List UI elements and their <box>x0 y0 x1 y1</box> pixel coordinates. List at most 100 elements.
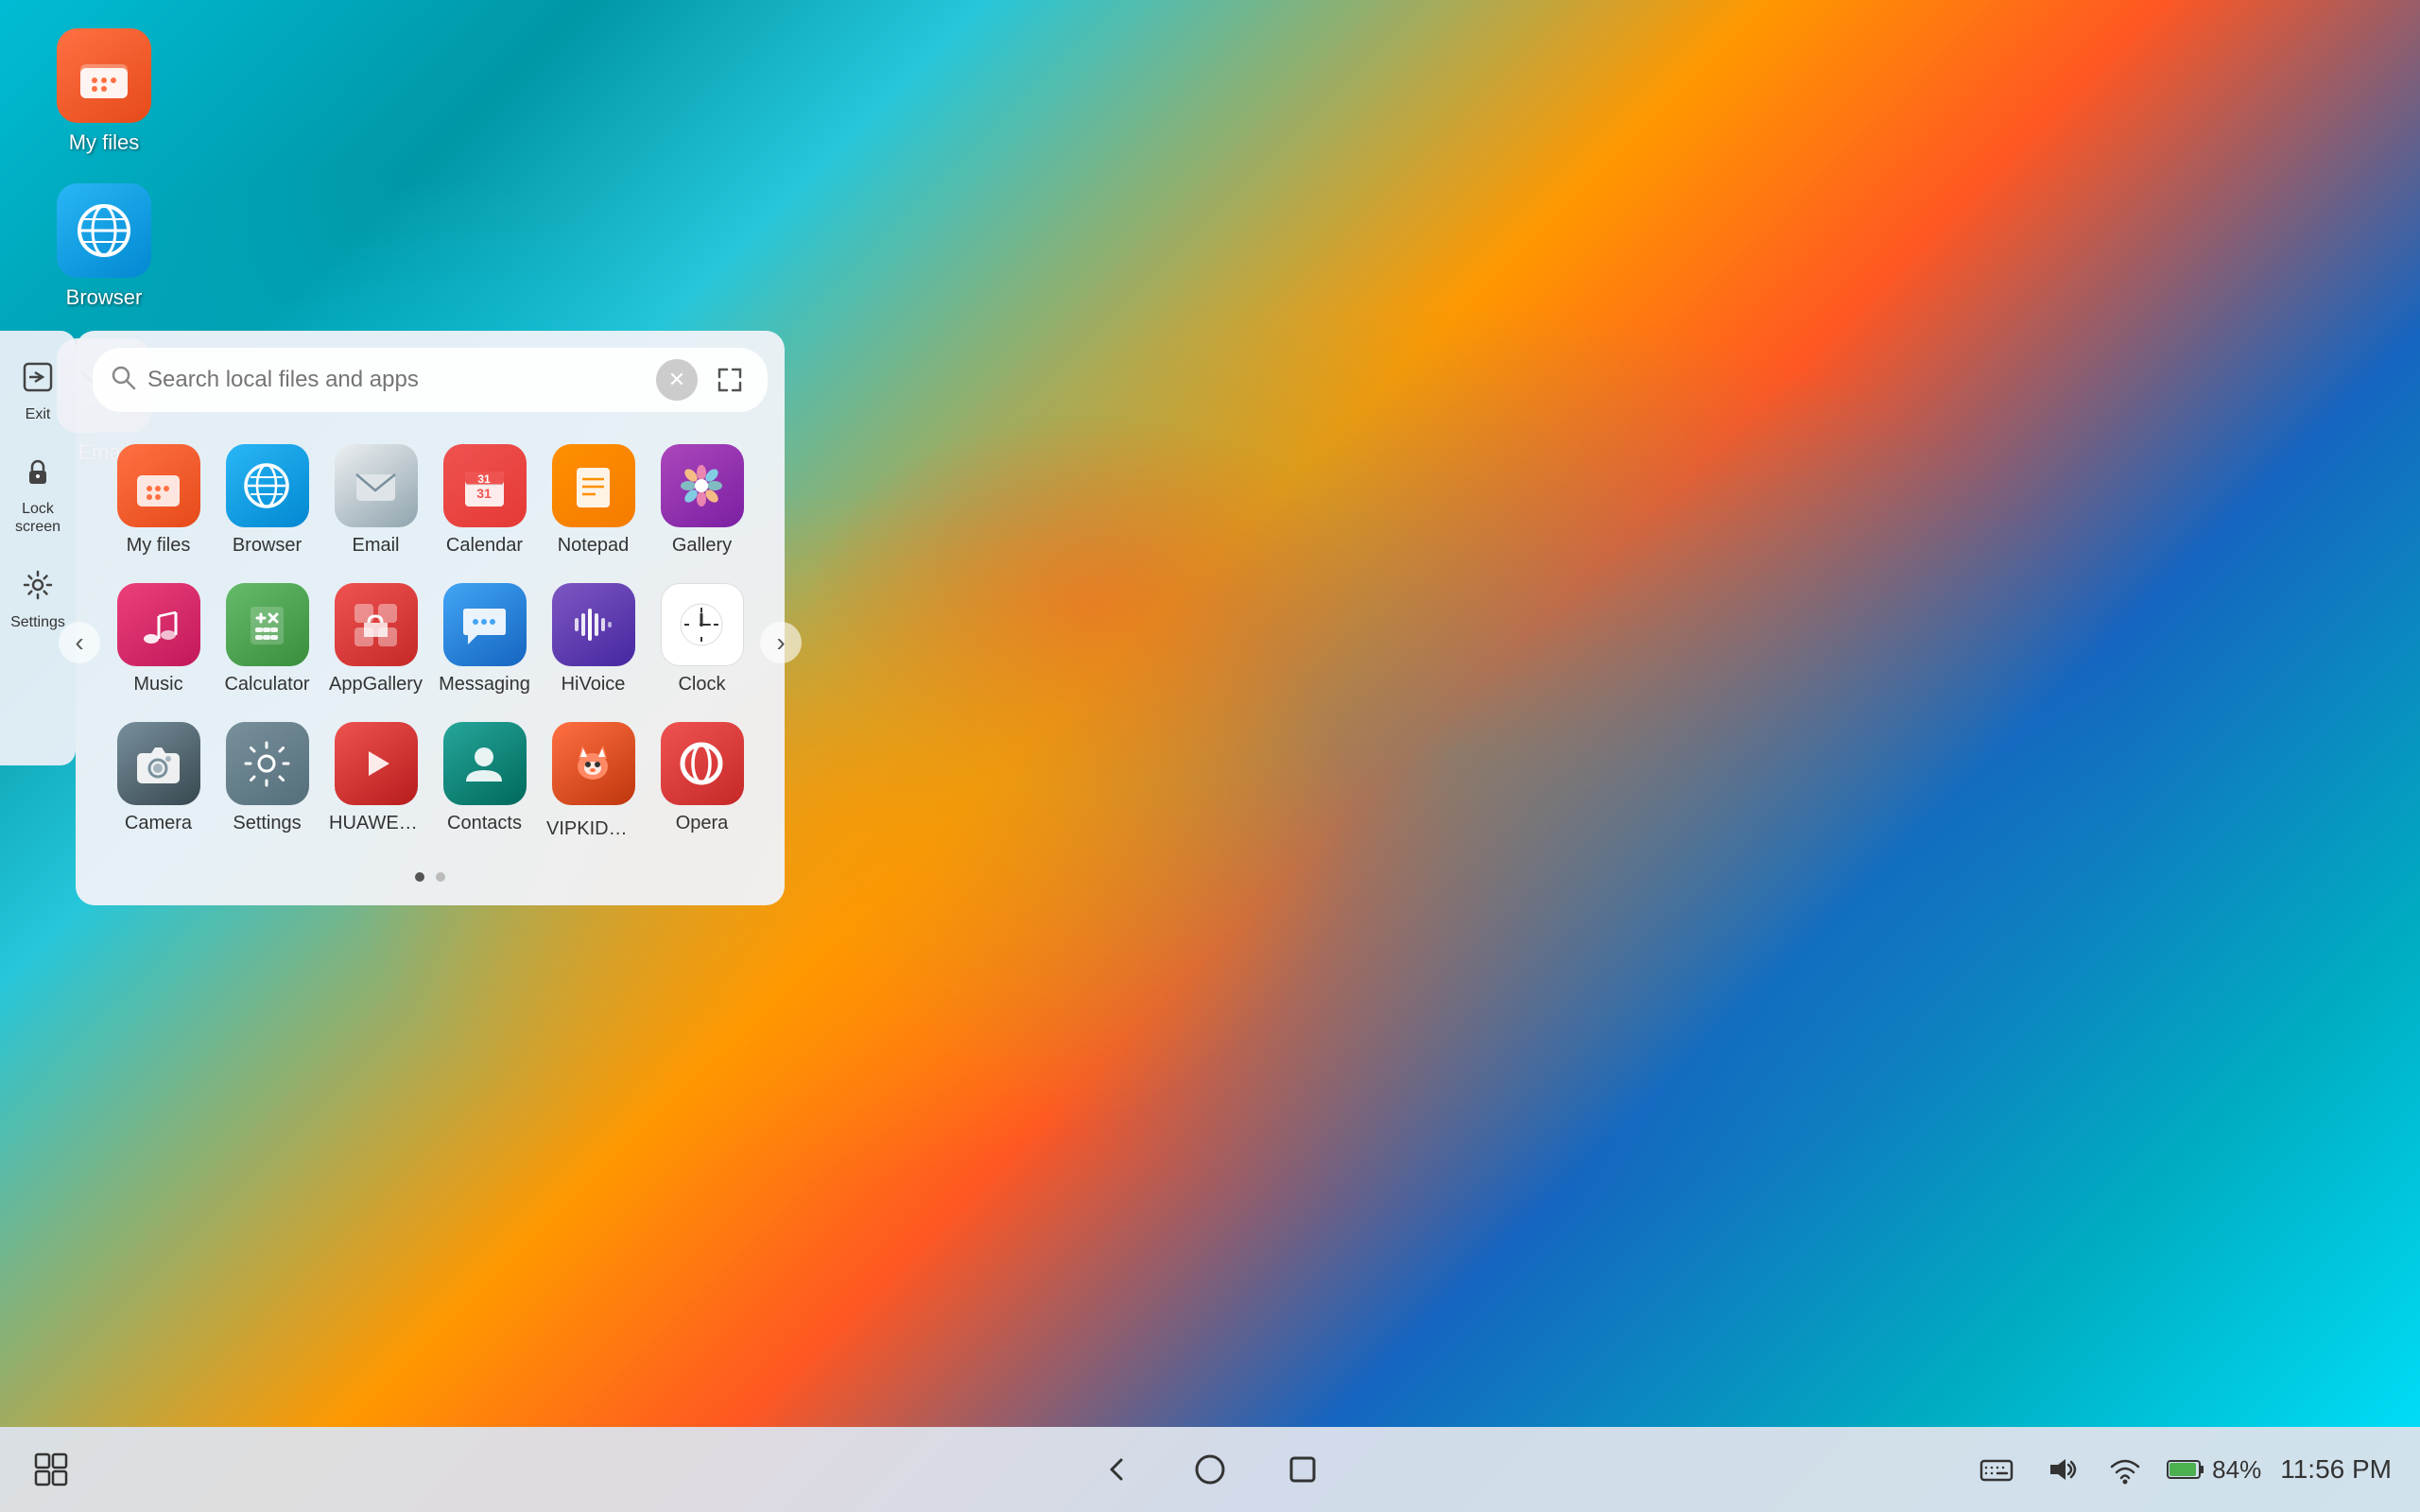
recent-icon <box>1286 1452 1320 1486</box>
app-drawer: ✕ ‹ › <box>76 331 785 905</box>
sidebar-exit[interactable]: Exit <box>4 350 72 435</box>
search-icon <box>110 364 136 397</box>
recent-button[interactable] <box>1280 1447 1325 1492</box>
appgallery-app-icon <box>335 583 418 666</box>
clock-label: Clock <box>655 674 749 696</box>
exit-icon <box>22 361 54 401</box>
home-icon <box>1193 1452 1227 1486</box>
battery-icon <box>2167 1457 2204 1482</box>
app-calculator[interactable]: Calculator <box>213 570 321 709</box>
calendar-label: Calendar <box>438 535 531 557</box>
keyboard-button[interactable] <box>1974 1447 2019 1492</box>
app-huaweivi[interactable]: HUAWEI Vi... <box>321 709 430 853</box>
desktop-icon-myfiles[interactable]: My files <box>9 19 199 164</box>
music-app-icon <box>117 583 200 666</box>
hivoice-label: HiVoice <box>546 674 640 696</box>
browser-icon-svg <box>74 200 135 262</box>
left-sidebar: Exit Lock screen Settings <box>0 331 76 765</box>
app-gallery[interactable]: Gallery <box>648 431 756 570</box>
settings-app-icon <box>226 722 309 805</box>
app-music[interactable]: Music <box>104 570 213 709</box>
sidebar-lockscreen[interactable]: Lock screen <box>4 444 72 547</box>
myfiles-icon-svg <box>76 47 132 104</box>
app-notepad[interactable]: Notepad <box>539 431 648 570</box>
back-icon <box>1100 1452 1134 1486</box>
wifi-icon <box>2107 1452 2143 1487</box>
hivoice-app-icon <box>552 583 635 666</box>
email-label: Email <box>329 535 423 557</box>
app-calendar[interactable]: 31 31 Calendar <box>430 431 539 570</box>
app-clock[interactable]: Clock <box>648 570 756 709</box>
exit-label: Exit <box>26 405 51 423</box>
app-row-2: Music <box>104 570 756 709</box>
app-email[interactable]: Email <box>321 431 430 570</box>
app-grid: My files Browser <box>85 421 775 863</box>
dot-1 <box>415 872 424 882</box>
browser-desktop-label: Browser <box>66 285 143 310</box>
vipkid-label: VIPKID学习... <box>546 813 640 840</box>
gallery-label: Gallery <box>655 535 749 557</box>
notepad-app-icon <box>552 444 635 527</box>
appgallery-label: AppGallery <box>329 674 423 696</box>
app-vipkid[interactable]: VIPKID学习... <box>539 709 648 853</box>
search-bar: ✕ <box>93 348 768 412</box>
pagination-dots <box>76 863 785 886</box>
contacts-app-icon <box>443 722 527 805</box>
app-appgallery[interactable]: AppGallery <box>321 570 430 709</box>
taskbar-center <box>1095 1447 1325 1492</box>
app-grid-wrapper: ‹ › My files <box>76 421 785 863</box>
app-hivoice[interactable]: HiVoice <box>539 570 648 709</box>
nav-arrow-left[interactable]: ‹ <box>59 622 100 663</box>
app-messaging[interactable]: Messaging <box>430 570 539 709</box>
browser-app-icon <box>226 444 309 527</box>
notepad-label: Notepad <box>546 535 640 557</box>
wifi-button[interactable] <box>2102 1447 2148 1492</box>
lockscreen-label: Lock screen <box>11 500 64 536</box>
svg-text:31: 31 <box>476 486 492 501</box>
svg-text:31: 31 <box>477 472 491 486</box>
opera-app-icon <box>661 722 744 805</box>
email-app-icon <box>335 444 418 527</box>
dot-2 <box>436 872 445 882</box>
taskbar-left <box>28 1447 74 1492</box>
app-settings[interactable]: Settings <box>213 709 321 853</box>
vipkid-app-icon <box>552 722 635 805</box>
desktop-icon-browser[interactable]: Browser <box>9 174 199 319</box>
taskbar-right: 84% 11:56 PM <box>1974 1447 2392 1492</box>
battery-percent: 84% <box>2212 1455 2261 1485</box>
lock-icon <box>22 455 54 495</box>
app-contacts[interactable]: Contacts <box>430 709 539 853</box>
app-browser[interactable]: Browser <box>213 431 321 570</box>
app-row-3: Camera Settings <box>104 709 756 853</box>
app-row-1: My files Browser <box>104 431 756 570</box>
app-myfiles[interactable]: My files <box>104 431 213 570</box>
myfiles-app-icon <box>117 444 200 527</box>
camera-app-icon <box>117 722 200 805</box>
search-expand-button[interactable] <box>709 359 751 401</box>
app-camera[interactable]: Camera <box>104 709 213 853</box>
browser-label: Browser <box>220 535 314 557</box>
myfiles-desktop-icon <box>57 28 151 123</box>
messaging-app-icon <box>443 583 527 666</box>
calculator-label: Calculator <box>220 674 314 696</box>
app-opera[interactable]: Opera <box>648 709 756 853</box>
music-label: Music <box>112 674 205 696</box>
huaweivi-app-icon <box>335 722 418 805</box>
search-input[interactable] <box>147 367 645 393</box>
myfiles-label: My files <box>112 535 205 557</box>
keyboard-icon <box>1979 1452 2014 1487</box>
home-button[interactable] <box>1187 1447 1233 1492</box>
back-button[interactable] <box>1095 1447 1140 1492</box>
volume-button[interactable] <box>2038 1447 2083 1492</box>
clock-app-icon <box>661 583 744 666</box>
calendar-app-icon: 31 31 <box>443 444 527 527</box>
messaging-label: Messaging <box>438 674 531 696</box>
camera-label: Camera <box>112 813 205 834</box>
multitask-button[interactable] <box>28 1447 74 1492</box>
volume-icon <box>2043 1452 2079 1487</box>
nav-arrow-right[interactable]: › <box>760 622 802 663</box>
huaweivi-label: HUAWEI Vi... <box>329 813 423 834</box>
settings-label: Settings <box>220 813 314 834</box>
search-clear-button[interactable]: ✕ <box>656 359 698 401</box>
opera-label: Opera <box>655 813 749 834</box>
